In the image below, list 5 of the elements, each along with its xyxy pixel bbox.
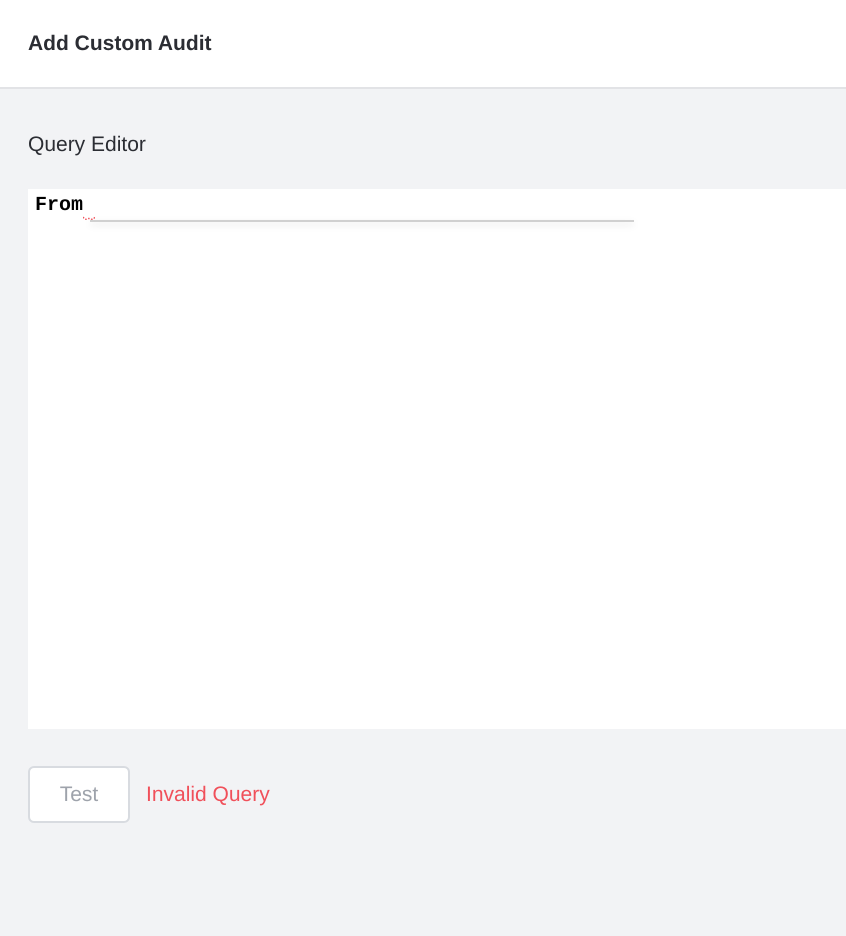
page-title: Add Custom Audit: [28, 32, 212, 56]
code-text: From: [35, 194, 84, 217]
editor-label: Query Editor: [28, 133, 147, 157]
status-message: Invalid Query: [146, 782, 270, 806]
query-editor[interactable]: From: [28, 189, 846, 729]
